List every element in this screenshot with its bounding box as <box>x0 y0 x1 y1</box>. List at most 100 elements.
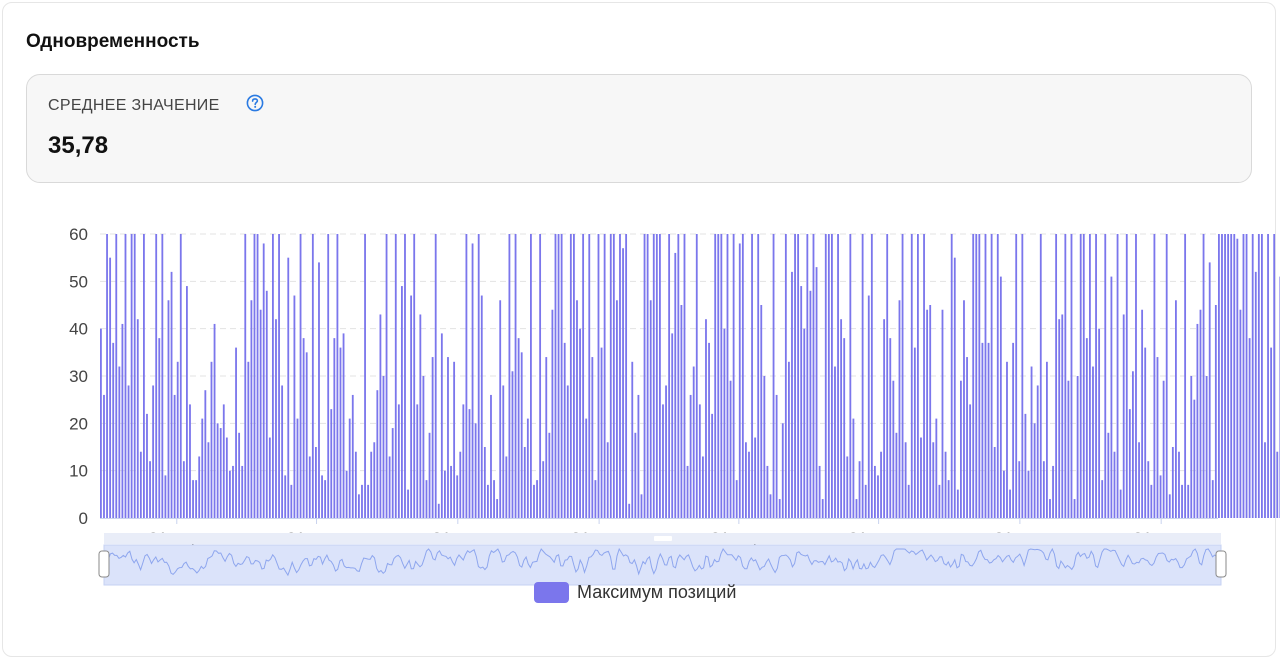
bar[interactable] <box>164 475 167 518</box>
bar[interactable] <box>861 234 864 518</box>
bar[interactable] <box>511 371 514 518</box>
bar[interactable] <box>161 234 164 518</box>
bar[interactable] <box>462 404 465 518</box>
bar[interactable] <box>1190 376 1193 518</box>
bar[interactable] <box>287 257 290 518</box>
bar[interactable] <box>130 234 133 518</box>
bar[interactable] <box>394 234 397 518</box>
bar[interactable] <box>769 494 772 518</box>
bar[interactable] <box>493 480 495 518</box>
bar[interactable] <box>192 480 194 518</box>
bar[interactable] <box>877 475 879 518</box>
bar[interactable] <box>222 404 225 518</box>
bar[interactable] <box>907 484 910 518</box>
bar[interactable] <box>563 342 566 518</box>
bar[interactable] <box>996 234 999 518</box>
bar[interactable] <box>677 234 680 518</box>
bar[interactable] <box>189 404 191 518</box>
bar[interactable] <box>751 234 753 518</box>
bar[interactable] <box>176 361 179 518</box>
bar[interactable] <box>1113 451 1116 518</box>
bar[interactable] <box>1245 234 1248 518</box>
bar[interactable] <box>609 234 612 518</box>
bar[interactable] <box>886 234 889 518</box>
bar[interactable] <box>536 480 538 518</box>
navigator-handle-right[interactable] <box>1215 550 1227 578</box>
bar[interactable] <box>275 319 277 518</box>
bar[interactable] <box>923 234 925 518</box>
bar[interactable] <box>729 380 732 518</box>
bar[interactable] <box>714 234 717 518</box>
bar[interactable] <box>1135 234 1137 518</box>
bar[interactable] <box>496 499 499 518</box>
bar[interactable] <box>216 423 219 518</box>
bar[interactable] <box>1049 499 1051 518</box>
bar[interactable] <box>671 333 674 518</box>
bar[interactable] <box>972 234 975 518</box>
bar[interactable] <box>265 290 268 518</box>
bar[interactable] <box>1254 271 1257 518</box>
bar[interactable] <box>1273 234 1276 518</box>
bar[interactable] <box>1116 234 1119 518</box>
bar[interactable] <box>1181 484 1183 518</box>
bar[interactable] <box>118 366 121 518</box>
bar[interactable] <box>109 257 112 518</box>
bar[interactable] <box>225 437 228 518</box>
bar[interactable] <box>864 484 867 518</box>
bar[interactable] <box>281 385 284 518</box>
bar[interactable] <box>385 234 388 518</box>
bar[interactable] <box>1184 234 1187 518</box>
bar[interactable] <box>382 376 385 518</box>
bar[interactable] <box>821 499 824 518</box>
bar[interactable] <box>290 484 293 518</box>
bar[interactable] <box>508 234 511 518</box>
bar[interactable] <box>668 234 671 518</box>
bar[interactable] <box>870 234 873 518</box>
bar[interactable] <box>754 437 757 518</box>
bar[interactable] <box>167 300 170 518</box>
bar[interactable] <box>889 338 892 518</box>
bar[interactable] <box>772 234 775 518</box>
bar[interactable] <box>788 361 790 518</box>
bar[interactable] <box>505 456 508 518</box>
bar[interactable] <box>852 418 855 518</box>
concurrency-chart[interactable]: 010203040506001 апр.01 июл.01 окт.01 янв… <box>0 0 1280 661</box>
bar[interactable] <box>818 465 821 518</box>
bar[interactable] <box>241 465 244 518</box>
bar[interactable] <box>1267 234 1269 518</box>
bar[interactable] <box>296 418 299 518</box>
bar[interactable] <box>659 234 661 518</box>
bar[interactable] <box>413 234 416 518</box>
bar[interactable] <box>149 461 151 518</box>
bar[interactable] <box>533 484 535 518</box>
bar[interactable] <box>268 437 271 518</box>
bar[interactable] <box>361 484 363 518</box>
bar[interactable] <box>213 323 216 518</box>
bar[interactable] <box>1082 234 1085 518</box>
bar[interactable] <box>345 470 348 518</box>
bar[interactable] <box>407 489 409 518</box>
bar[interactable] <box>431 357 434 518</box>
bar[interactable] <box>1006 361 1008 518</box>
bar[interactable] <box>1067 380 1070 518</box>
bar[interactable] <box>370 451 373 518</box>
bar[interactable] <box>136 319 139 518</box>
bar[interactable] <box>941 309 944 518</box>
bar[interactable] <box>477 234 480 518</box>
bar[interactable] <box>950 234 953 518</box>
bar[interactable] <box>471 243 474 518</box>
bar[interactable] <box>591 357 594 518</box>
bar[interactable] <box>784 234 787 518</box>
bar[interactable] <box>554 234 557 518</box>
bar[interactable] <box>256 234 259 518</box>
bar[interactable] <box>373 442 376 518</box>
bar[interactable] <box>579 328 581 518</box>
bar[interactable] <box>711 413 714 518</box>
bar[interactable] <box>1196 323 1199 518</box>
bar[interactable] <box>803 328 806 518</box>
bar[interactable] <box>809 290 812 518</box>
bar[interactable] <box>330 409 333 518</box>
bar[interactable] <box>926 309 929 518</box>
bar[interactable] <box>487 484 489 518</box>
bar[interactable] <box>272 234 274 518</box>
